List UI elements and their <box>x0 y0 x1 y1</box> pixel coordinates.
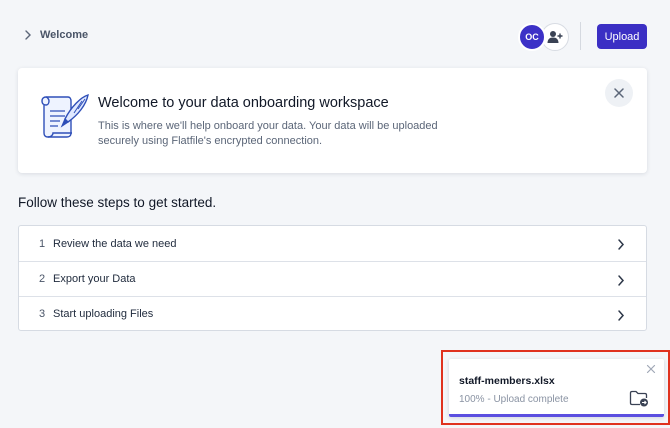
welcome-card: Welcome to your data onboarding workspac… <box>18 68 647 173</box>
chevron-right-icon <box>25 30 31 40</box>
toast-filename: staff-members.xlsx <box>459 375 555 387</box>
avatar[interactable]: OC <box>518 23 546 51</box>
step-number: 1 <box>39 237 46 250</box>
chevron-right-icon <box>618 275 625 286</box>
welcome-description: This is where we'll help onboard your da… <box>98 120 438 147</box>
breadcrumb-label: Welcome <box>40 29 89 41</box>
folder-arrow-icon[interactable] <box>629 390 649 407</box>
step-export-data[interactable]: 2 Export your Data <box>19 261 646 296</box>
close-icon[interactable] <box>646 364 656 374</box>
close-icon <box>614 88 624 98</box>
upload-button[interactable]: Upload <box>597 24 647 49</box>
step-label: Review the data we need <box>53 237 177 250</box>
steps-heading: Follow these steps to get started. <box>18 195 217 210</box>
step-number: 3 <box>39 308 46 320</box>
add-user-icon <box>547 31 563 43</box>
upload-toast: staff-members.xlsx 100% - Upload complet… <box>449 359 664 417</box>
step-label: Export your Data <box>53 273 136 285</box>
step-start-uploading[interactable]: 3 Start uploading Files <box>19 296 646 331</box>
step-label: Start uploading Files <box>53 308 154 320</box>
scroll-quill-icon <box>41 94 89 138</box>
toast-status: 100% - Upload complete <box>459 394 569 405</box>
step-number: 2 <box>39 273 46 285</box>
steps-list: 1 Review the data we need 2 Export your … <box>18 225 647 331</box>
chevron-right-icon <box>618 239 625 250</box>
welcome-title: Welcome to your data onboarding workspac… <box>98 95 389 111</box>
breadcrumb[interactable]: Welcome <box>24 29 88 41</box>
close-welcome-button[interactable] <box>605 79 633 107</box>
upload-progress-fill <box>449 414 664 417</box>
header-divider <box>580 22 581 50</box>
upload-progress-track <box>449 414 664 417</box>
top-bar: Welcome OC Upload <box>0 0 670 72</box>
chevron-right-icon <box>618 310 625 321</box>
step-review-data[interactable]: 1 Review the data we need <box>19 226 646 261</box>
